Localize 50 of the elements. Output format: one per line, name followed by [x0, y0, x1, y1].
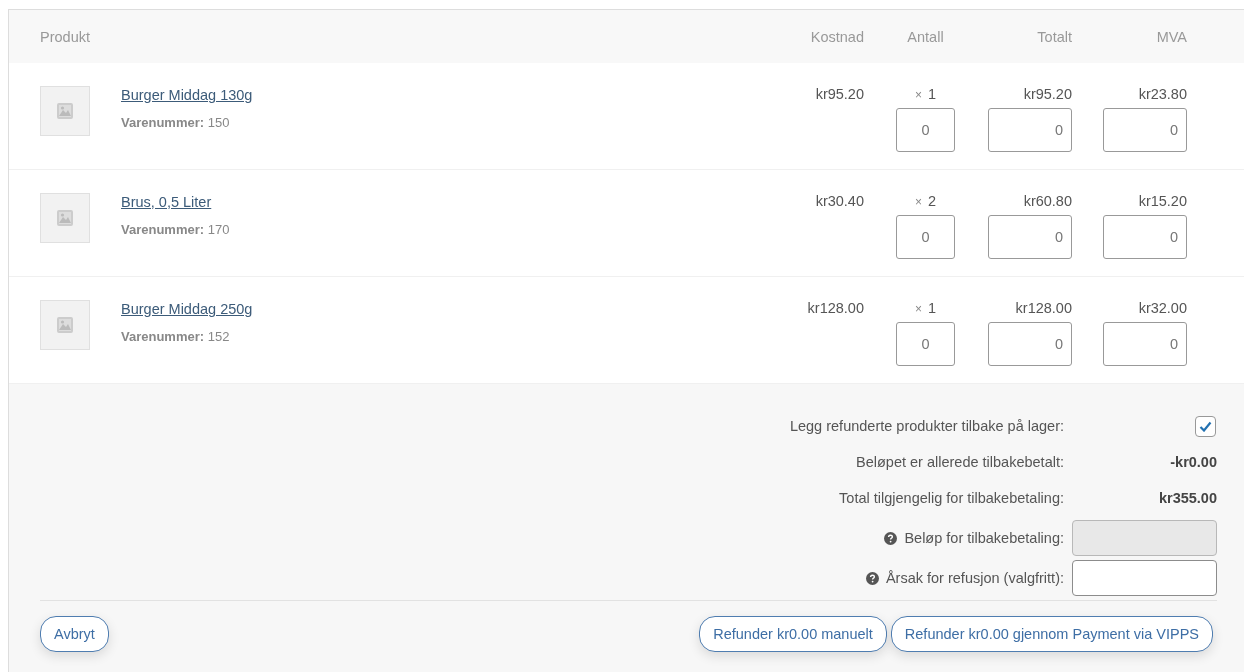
cost-text: kr95.20 [814, 86, 864, 102]
column-header: MVA [1155, 28, 1187, 45]
cancel-button[interactable]: Avbryt [40, 616, 109, 652]
field-label: Årsak for refusjon (valgfritt): [885, 570, 1064, 586]
summary-label: Beløpet er allerede tilbakebetalt: [856, 454, 1064, 470]
sku-text: Varenummer: 150 [121, 115, 231, 130]
refund-quantity-field[interactable]: 0 [896, 322, 955, 366]
product-link[interactable]: Brus, 0,5 Liter [121, 194, 230, 210]
refund-total-field[interactable]: 0 [988, 215, 1072, 259]
quantity-text: × 1 [913, 86, 938, 102]
cost-text: kr128.00 [806, 300, 864, 316]
refund-button[interactable]: Refunder kr0.00 gjennom Payment via VIPPS [890, 616, 1213, 652]
tax-text: kr32.00 [1138, 300, 1187, 316]
refund-tax-field[interactable]: 0 [1103, 215, 1187, 259]
image-placeholder-icon [40, 193, 90, 243]
refund-total-field[interactable]: 0 [988, 322, 1072, 366]
help-icon[interactable] [884, 531, 898, 545]
tax-text: kr23.80 [1138, 86, 1187, 102]
restock-checkbox[interactable] [1195, 415, 1216, 437]
checkmark-icon [1199, 420, 1212, 432]
column-header: Produkt [40, 28, 91, 45]
sku-text: Varenummer: 170 [121, 222, 230, 237]
product-link[interactable]: Burger Middag 130g [121, 87, 253, 103]
refund-button[interactable]: Refunder kr0.00 manuelt [699, 616, 887, 652]
refund-quantity-field[interactable]: 0 [896, 108, 955, 152]
image-placeholder-icon [40, 86, 90, 136]
refund-tax-field[interactable]: 0 [1103, 108, 1187, 152]
summary-value: kr355.00 [1158, 490, 1217, 506]
summary-label: Total tilgjengelig for tilbakebetaling: [839, 490, 1064, 506]
total-text: kr128.00 [1015, 300, 1072, 316]
refund-reason-field[interactable] [1072, 560, 1217, 596]
refund-total-field[interactable]: 0 [988, 108, 1072, 152]
total-text: kr95.20 [1023, 86, 1072, 102]
column-header: Antall [906, 28, 945, 45]
cost-text: kr30.40 [814, 193, 864, 209]
restock-label: Legg refunderte produkter tilbake på lager: [789, 418, 1064, 434]
product-link[interactable]: Burger Middag 250g [121, 301, 253, 317]
image-placeholder-icon [40, 300, 90, 350]
summary-value: -kr0.00 [1170, 454, 1217, 470]
help-icon[interactable] [865, 571, 879, 585]
quantity-text: × 2 [913, 193, 938, 209]
column-header: Totalt [1036, 28, 1072, 45]
tax-text: kr15.20 [1138, 193, 1187, 209]
quantity-text: × 1 [913, 300, 938, 316]
sku-text: Varenummer: 152 [121, 329, 231, 344]
column-header: Kostnad [809, 28, 864, 45]
refund-quantity-field[interactable]: 0 [896, 215, 955, 259]
refund-tax-field[interactable]: 0 [1103, 322, 1187, 366]
field-label: Beløp for tilbakebetaling: [904, 530, 1064, 546]
total-text: kr60.80 [1023, 193, 1072, 209]
